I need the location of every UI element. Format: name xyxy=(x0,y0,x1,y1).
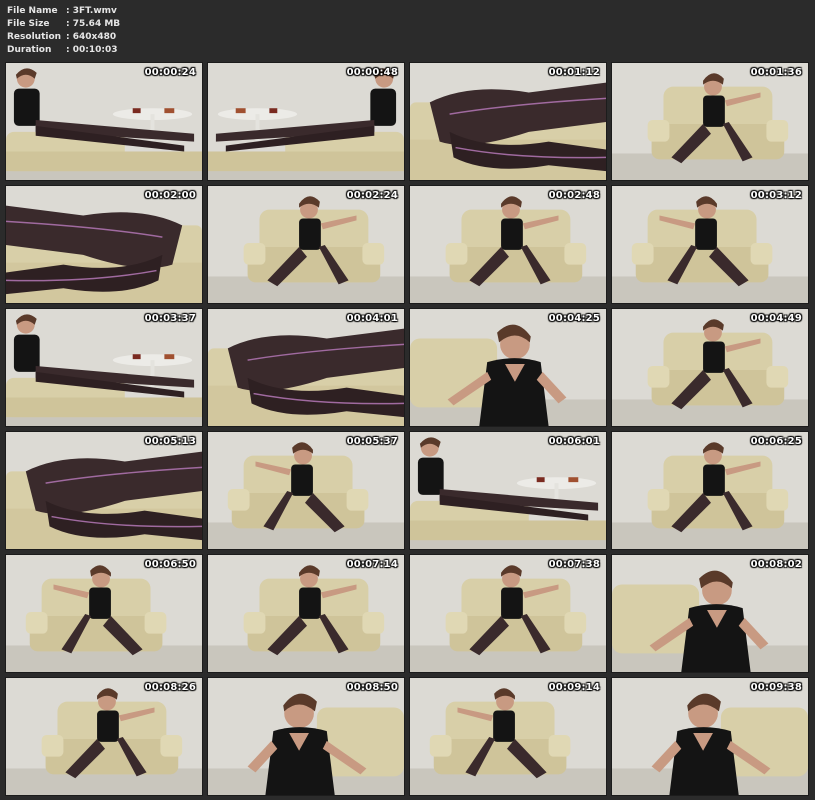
thumbnail-timestamp: 00:09:38 xyxy=(750,682,802,693)
thumbnail-timestamp: 00:02:00 xyxy=(144,190,196,201)
thumbnail-frame-image xyxy=(6,63,202,180)
thumbnail-grid: 00:00:24 00:00:48 00:01:12 00:01:36 00:02:00… xyxy=(5,62,811,796)
video-thumbnail[interactable]: 00:06:01 xyxy=(409,431,607,550)
video-thumbnail[interactable]: 00:01:12 xyxy=(409,62,607,181)
file-name-row: File Name : 3FT.wmv xyxy=(7,5,120,18)
thumbnail-timestamp: 00:07:14 xyxy=(346,559,398,570)
thumbnail-frame-image xyxy=(410,309,606,426)
video-thumbnail[interactable]: 00:08:50 xyxy=(207,677,405,796)
thumbnail-timestamp: 00:04:01 xyxy=(346,313,398,324)
video-thumbnail[interactable]: 00:09:14 xyxy=(409,677,607,796)
thumbnail-frame-image xyxy=(410,63,606,180)
thumbnail-frame-image xyxy=(612,309,808,426)
video-thumbnail[interactable]: 00:05:13 xyxy=(5,431,203,550)
thumbnail-timestamp: 00:08:26 xyxy=(144,682,196,693)
video-thumbnail[interactable]: 00:02:24 xyxy=(207,185,405,304)
video-thumbnail[interactable]: 00:06:25 xyxy=(611,431,809,550)
thumbnail-frame-image xyxy=(208,432,404,549)
file-size-value: : 75.64 MB xyxy=(66,19,121,29)
thumbnail-timestamp: 00:00:48 xyxy=(346,67,398,78)
thumbnail-frame-image xyxy=(612,678,808,795)
thumbnail-frame-image xyxy=(410,678,606,795)
thumbnail-frame-image xyxy=(6,309,202,426)
thumbnail-frame-image xyxy=(612,63,808,180)
video-thumbnail[interactable]: 00:02:48 xyxy=(409,185,607,304)
thumbnail-frame-image xyxy=(612,186,808,303)
video-thumbnail[interactable]: 00:04:25 xyxy=(409,308,607,427)
video-thumbnail[interactable]: 00:07:38 xyxy=(409,554,607,673)
thumbnail-timestamp: 00:07:38 xyxy=(548,559,600,570)
video-thumbnail[interactable]: 00:00:48 xyxy=(207,62,405,181)
file-name-label: File Name xyxy=(7,6,58,16)
thumbnail-timestamp: 00:00:24 xyxy=(144,67,196,78)
video-thumbnail[interactable]: 00:01:36 xyxy=(611,62,809,181)
thumbnail-frame-image xyxy=(208,186,404,303)
resolution-label: Resolution xyxy=(7,32,62,42)
thumbnail-timestamp: 00:02:24 xyxy=(346,190,398,201)
thumbnail-timestamp: 00:06:01 xyxy=(548,436,600,447)
thumbnail-frame-image xyxy=(612,432,808,549)
contact-sheet: File Name : 3FT.wmv File Size : 75.64 MB… xyxy=(0,0,815,800)
thumbnail-timestamp: 00:08:50 xyxy=(346,682,398,693)
thumbnail-timestamp: 00:04:25 xyxy=(548,313,600,324)
video-thumbnail[interactable]: 00:02:00 xyxy=(5,185,203,304)
thumbnail-frame-image xyxy=(6,186,202,303)
thumbnail-timestamp: 00:05:13 xyxy=(144,436,196,447)
video-thumbnail[interactable]: 00:00:24 xyxy=(5,62,203,181)
video-thumbnail[interactable]: 00:09:38 xyxy=(611,677,809,796)
duration-value: : 00:10:03 xyxy=(66,45,118,55)
file-size-row: File Size : 75.64 MB xyxy=(7,18,120,31)
thumbnail-frame-image xyxy=(410,555,606,672)
thumbnail-timestamp: 00:03:37 xyxy=(144,313,196,324)
thumbnail-timestamp: 00:01:12 xyxy=(548,67,600,78)
thumbnail-frame-image xyxy=(6,678,202,795)
thumbnail-timestamp: 00:04:49 xyxy=(750,313,802,324)
file-name-value: : 3FT.wmv xyxy=(66,6,117,16)
thumbnail-frame-image xyxy=(208,678,404,795)
duration-row: Duration : 00:10:03 xyxy=(7,44,120,57)
thumbnail-timestamp: 00:02:48 xyxy=(548,190,600,201)
thumbnail-frame-image xyxy=(6,555,202,672)
thumbnail-frame-image xyxy=(612,555,808,672)
thumbnail-timestamp: 00:06:50 xyxy=(144,559,196,570)
thumbnail-timestamp: 00:09:14 xyxy=(548,682,600,693)
thumbnail-frame-image xyxy=(208,63,404,180)
thumbnail-timestamp: 00:01:36 xyxy=(750,67,802,78)
video-thumbnail[interactable]: 00:05:37 xyxy=(207,431,405,550)
file-info-block: File Name : 3FT.wmv File Size : 75.64 MB… xyxy=(7,5,120,57)
thumbnail-timestamp: 00:05:37 xyxy=(346,436,398,447)
video-thumbnail[interactable]: 00:04:01 xyxy=(207,308,405,427)
thumbnail-timestamp: 00:03:12 xyxy=(750,190,802,201)
thumbnail-timestamp: 00:08:02 xyxy=(750,559,802,570)
video-thumbnail[interactable]: 00:08:02 xyxy=(611,554,809,673)
video-thumbnail[interactable]: 00:04:49 xyxy=(611,308,809,427)
video-thumbnail[interactable]: 00:08:26 xyxy=(5,677,203,796)
thumbnail-frame-image xyxy=(410,432,606,549)
video-thumbnail[interactable]: 00:03:37 xyxy=(5,308,203,427)
resolution-value: : 640x480 xyxy=(66,32,117,42)
duration-label: Duration xyxy=(7,45,52,55)
video-thumbnail[interactable]: 00:03:12 xyxy=(611,185,809,304)
video-thumbnail[interactable]: 00:06:50 xyxy=(5,554,203,673)
thumbnail-frame-image xyxy=(208,555,404,672)
thumbnail-timestamp: 00:06:25 xyxy=(750,436,802,447)
file-size-label: File Size xyxy=(7,19,50,29)
resolution-row: Resolution : 640x480 xyxy=(7,31,120,44)
video-thumbnail[interactable]: 00:07:14 xyxy=(207,554,405,673)
thumbnail-frame-image xyxy=(208,309,404,426)
thumbnail-frame-image xyxy=(410,186,606,303)
thumbnail-frame-image xyxy=(6,432,202,549)
